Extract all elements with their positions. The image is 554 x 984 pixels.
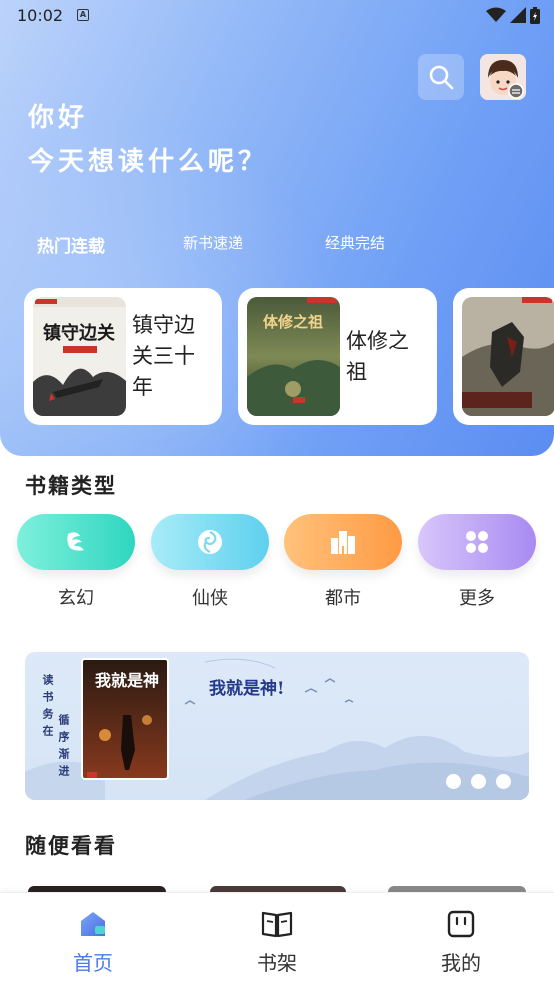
hot-books-row: 镇守边关 镇守边关三十年 体修之祖 体修之祖 <box>24 288 554 425</box>
swirl-icon <box>198 530 222 554</box>
book-card[interactable] <box>453 288 554 425</box>
banner-vertical-text-1: 读书务在 <box>41 674 54 742</box>
random-section-title: 随便看看 <box>25 834 117 858</box>
book-card[interactable]: 镇守边关 镇守边关三十年 <box>24 288 222 425</box>
book-cover: 体修之祖 <box>247 297 340 416</box>
app-root: 10:02 A 你好 今天想读什么呢？ 热门连载 新书速递 经典完结 镇守边关 … <box>0 0 554 984</box>
nav-label: 书架 <box>257 951 297 975</box>
book-cover <box>462 297 554 416</box>
category-tabs: 热门连载 新书速递 经典完结 <box>37 232 425 257</box>
greeting: 你好 今天想读什么呢？ <box>28 96 268 184</box>
tab-hot-serial[interactable]: 热门连载 <box>37 232 183 257</box>
genre-list: 玄幻 仙侠 都市 更多 <box>17 514 537 610</box>
book-cover: 镇守边关 <box>33 297 126 416</box>
carousel-dot[interactable] <box>471 774 486 789</box>
genre-pill[interactable] <box>418 514 536 570</box>
nav-label: 首页 <box>73 951 113 975</box>
dragon-icon <box>67 532 84 551</box>
header-actions <box>418 54 526 100</box>
genre-label: 更多 <box>459 588 495 609</box>
bottom-navigation: 首页 书架 我的 <box>0 892 554 984</box>
greeting-line-2: 今天想读什么呢？ <box>28 147 269 177</box>
genre-fantasy[interactable]: 玄幻 <box>17 514 135 610</box>
genre-urban[interactable]: 都市 <box>284 514 402 610</box>
genre-xianxia[interactable]: 仙侠 <box>151 514 269 610</box>
carousel-indicator <box>446 774 511 789</box>
battery-icon <box>530 6 540 24</box>
signal-icon <box>510 7 526 23</box>
greeting-line-1: 你好 <box>28 103 89 133</box>
genre-label: 玄幻 <box>58 588 94 609</box>
home-icon <box>81 912 105 936</box>
book-open-icon <box>261 911 293 938</box>
genres-section-title: 书籍类型 <box>25 474 117 498</box>
tab-classic-finished[interactable]: 经典完结 <box>325 232 425 257</box>
cover-title: 体修之祖 <box>263 313 323 331</box>
genre-label: 仙侠 <box>192 588 228 609</box>
search-icon <box>429 65 454 90</box>
user-avatar-icon <box>480 54 526 100</box>
nav-profile[interactable]: 我的 <box>421 907 501 976</box>
promo-banner[interactable]: 读书务在 循序渐进 我就是神 我就是神! <box>25 652 529 800</box>
genre-pill[interactable] <box>151 514 269 570</box>
book-card[interactable]: 体修之祖 体修之祖 <box>238 288 437 425</box>
banner-cover-title: 我就是神 <box>95 671 159 690</box>
profile-icon <box>447 910 475 938</box>
wifi-icon <box>486 7 506 22</box>
banner-book-cover: 我就是神 <box>81 658 169 780</box>
cover-title: 镇守边关 <box>43 322 115 344</box>
carousel-dot[interactable] <box>446 774 461 789</box>
genre-more[interactable]: 更多 <box>418 514 536 610</box>
nav-label: 我的 <box>441 951 481 975</box>
avatar[interactable] <box>480 54 526 100</box>
status-bar: 10:02 A <box>0 0 554 30</box>
genre-pill[interactable] <box>17 514 135 570</box>
banner-title: 我就是神! <box>209 679 285 699</box>
book-title: 体修之祖 <box>346 329 409 384</box>
notification-a-icon: A <box>77 9 89 21</box>
banner-vertical-text-2: 循序渐进 <box>57 714 70 782</box>
grid-icon <box>466 531 488 553</box>
nav-bookshelf[interactable]: 书架 <box>237 907 317 976</box>
status-time: 10:02 <box>17 6 64 25</box>
tab-new-books[interactable]: 新书速递 <box>183 232 325 257</box>
genre-label: 都市 <box>325 588 361 609</box>
nav-home[interactable]: 首页 <box>53 907 133 976</box>
book-title: 镇守边关三十年 <box>132 313 195 399</box>
building-icon <box>331 531 355 554</box>
genre-pill[interactable] <box>284 514 402 570</box>
search-button[interactable] <box>418 54 464 100</box>
carousel-dot[interactable] <box>496 774 511 789</box>
status-icons <box>486 6 540 24</box>
